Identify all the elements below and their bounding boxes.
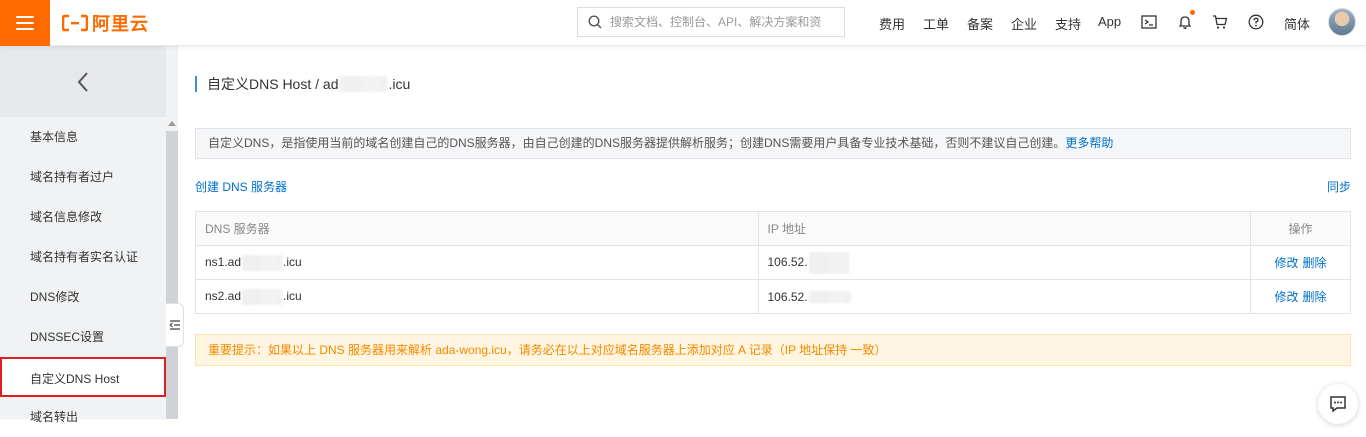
edit-link[interactable]: 修改 [1275,256,1299,270]
redacted-mask [339,76,388,92]
delete-link[interactable]: 删除 [1303,256,1327,270]
top-bar: 阿里云 费用 工单 备案 企业 支持 App 简体 [0,0,1366,46]
actions-cell: 修改 删除 [1250,245,1351,280]
nav-tickets[interactable]: 工单 [923,14,949,33]
actions-cell: 修改 删除 [1250,279,1351,314]
sidebar-item-basic-info[interactable]: 基本信息 [0,117,166,157]
sidebar-item-realname-auth[interactable]: 域名持有者实名认证 [0,237,166,277]
column-header-actions: 操作 [1250,211,1351,246]
scroll-up-icon[interactable] [168,121,176,126]
sidebar-item-info-modify[interactable]: 域名信息修改 [0,197,166,237]
sidebar-item-dns-modify[interactable]: DNS修改 [0,277,166,317]
bell-icon[interactable] [1175,10,1195,32]
dns-server-cell: ns1.ad .icu [195,245,758,280]
page-title-suffix: .icu [388,76,411,92]
sync-link[interactable]: 同步 [1327,178,1351,195]
sidebar-item-dnssec[interactable]: DNSSEC设置 [0,317,166,357]
redacted-mask [808,251,849,274]
terminal-icon[interactable] [1139,12,1159,32]
cart-icon[interactable] [1210,12,1230,32]
ip-cell: 106.52. [757,279,1251,314]
chat-button[interactable] [1318,384,1358,424]
dns-suffix: .icu [283,288,302,303]
edit-link[interactable]: 修改 [1275,290,1299,304]
delete-link[interactable]: 删除 [1303,290,1327,304]
table-row: ns2.ad .icu 106.52. 修改 删除 [195,279,1351,314]
avatar[interactable] [1328,8,1356,36]
dns-suffix: .icu [283,254,302,269]
column-header-dns: DNS 服务器 [195,211,758,246]
sidebar-scrollbar[interactable] [166,117,178,419]
info-notice: 自定义DNS，是指使用当前的域名创建自己的DNS服务器，由自己创建的DNS服务器… [195,128,1351,159]
search-icon [588,15,602,29]
help-icon[interactable] [1246,12,1266,32]
logo-mark-icon [62,14,88,32]
search-box[interactable] [577,7,845,37]
main-content: 自定义DNS Host / ad .icu 自定义DNS，是指使用当前的域名创建自… [178,46,1366,419]
page-title: 自定义DNS Host / ad .icu [195,76,410,92]
dns-prefix: ns1.ad [205,254,242,269]
dns-server-cell: ns2.ad .icu [195,279,758,314]
nav-support[interactable]: 支持 [1055,14,1081,33]
language-switch[interactable]: 简体 [1284,14,1310,33]
create-dns-server-link[interactable]: 创建 DNS 服务器 [195,178,287,195]
nav-fees[interactable]: 费用 [879,14,905,33]
nav-enterprise[interactable]: 企业 [1011,14,1037,33]
redacted-mask [808,291,851,304]
nav-icp[interactable]: 备案 [967,14,993,33]
sidebar: 基本信息 域名持有者过户 域名信息修改 域名持有者实名认证 DNS修改 DNSS… [0,46,178,424]
chevron-left-icon [77,71,88,92]
dns-server-table: DNS 服务器 IP 地址 操作 ns1.ad .icu 106.52. 修改 删除… [195,211,1351,314]
nav-app[interactable]: App [1098,14,1121,29]
sidebar-back-button[interactable] [0,46,166,117]
sidebar-item-transfer-out[interactable]: 域名转出 [0,397,166,437]
table-header: DNS 服务器 IP 地址 操作 [195,211,1351,246]
notification-dot [1190,10,1195,15]
more-help-link[interactable]: 更多帮助 [1065,136,1113,150]
ip-cell: 106.52. [757,245,1251,280]
warning-notice: 重要提示：如果以上 DNS 服务器用来解析 ada-wong.icu，请务必在以… [195,334,1351,366]
redacted-mask [242,288,283,305]
dns-prefix: ns2.ad [205,288,242,303]
column-header-ip: IP 地址 [757,211,1251,246]
redacted-mask [242,254,283,271]
search-input[interactable] [610,15,830,29]
collapse-icon [168,320,180,330]
ip-prefix: 106.52. [767,289,808,304]
chat-icon [1330,396,1346,413]
scrollbar-thumb[interactable] [166,131,178,419]
notice-text: 自定义DNS，是指使用当前的域名创建自己的DNS服务器，由自己创建的DNS服务器… [208,136,1066,150]
ip-prefix: 106.52. [767,254,808,269]
page-title-prefix: 自定义DNS Host / ad [207,76,339,92]
sidebar-collapse-button[interactable] [166,303,184,347]
sidebar-item-holder-transfer[interactable]: 域名持有者过户 [0,157,166,197]
aliyun-logo[interactable]: 阿里云 [62,11,149,35]
table-row: ns1.ad .icu 106.52. 修改 删除 [195,245,1351,280]
sidebar-item-custom-dns-host[interactable]: 自定义DNS Host [0,357,166,397]
logo-text: 阿里云 [92,14,149,34]
menu-icon[interactable] [0,0,50,46]
sidebar-menu: 基本信息 域名持有者过户 域名信息修改 域名持有者实名认证 DNS修改 DNSS… [0,117,166,437]
